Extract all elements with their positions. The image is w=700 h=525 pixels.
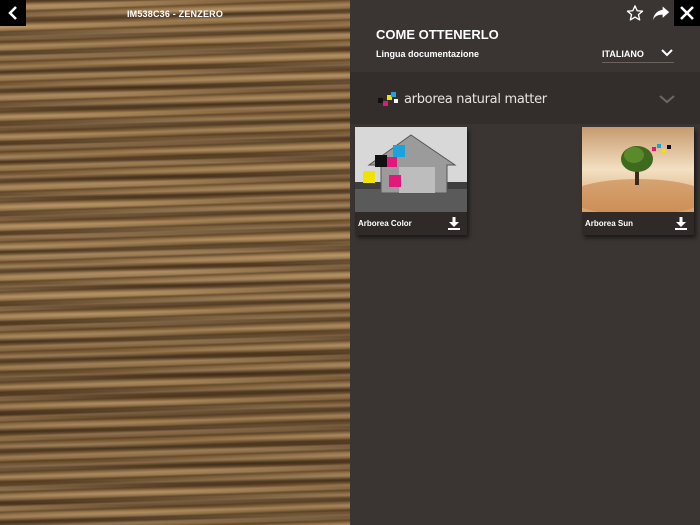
close-button[interactable] xyxy=(674,0,700,26)
close-icon xyxy=(680,6,694,20)
chevron-down-icon xyxy=(661,49,673,57)
document-card[interactable]: Arborea Sun xyxy=(582,127,694,235)
language-label: Lingua documentazione xyxy=(376,49,480,59)
download-icon[interactable] xyxy=(675,217,687,230)
chevron-down-icon[interactable] xyxy=(658,93,676,105)
share-icon xyxy=(652,6,670,21)
document-label: Arborea Sun xyxy=(585,219,634,228)
share-button[interactable] xyxy=(651,4,671,27)
material-texture-image xyxy=(0,0,350,525)
brand-name: arborea natural matter xyxy=(404,91,547,107)
info-panel: COME OTTENERLO Lingua documentazione ITA… xyxy=(350,0,700,525)
arborea-logo-icon xyxy=(378,92,398,106)
panel-title: COME OTTENERLO xyxy=(376,27,499,42)
brand-logo: arborea natural matter xyxy=(378,91,547,107)
download-icon[interactable] xyxy=(448,217,460,230)
star-icon xyxy=(626,5,644,21)
brand-section[interactable]: arborea natural matter xyxy=(350,72,700,124)
favorite-button[interactable] xyxy=(626,4,644,27)
document-thumbnail xyxy=(355,127,467,212)
document-label: Arborea Color xyxy=(358,219,412,228)
language-select[interactable]: ITALIANO xyxy=(602,47,674,63)
document-thumbnail xyxy=(582,127,694,212)
product-code: IM538C36 - ZENZERO xyxy=(126,9,224,19)
document-card[interactable]: Arborea Color xyxy=(355,127,467,235)
language-value: ITALIANO xyxy=(602,49,644,59)
